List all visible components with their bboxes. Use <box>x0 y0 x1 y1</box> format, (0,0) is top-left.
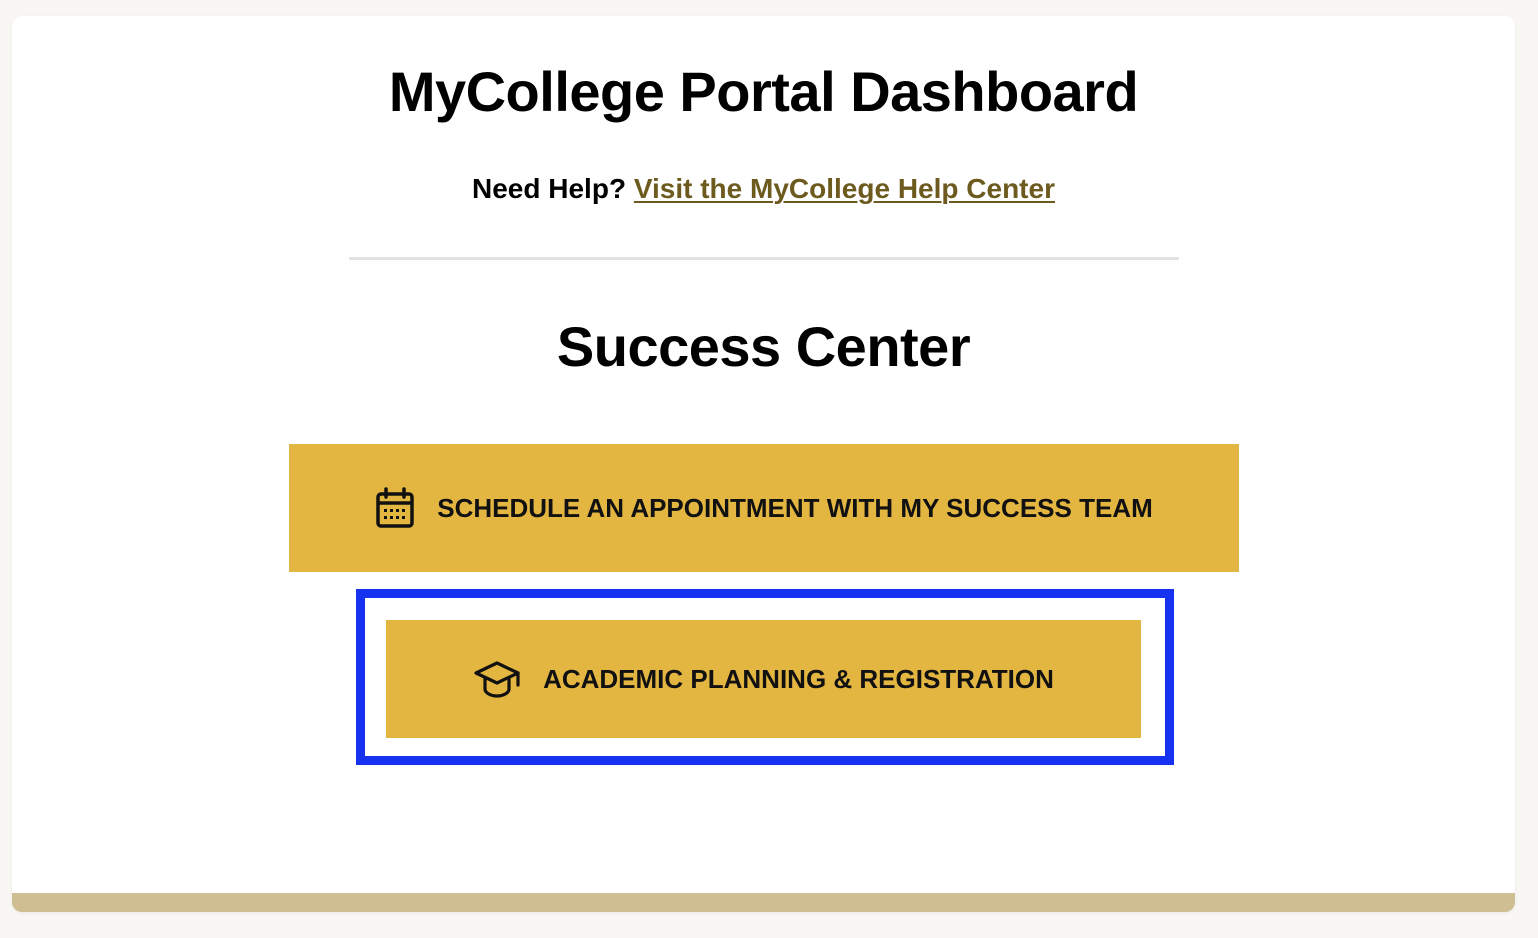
divider <box>349 257 1179 260</box>
schedule-appointment-button[interactable]: SCHEDULE AN APPOINTMENT WITH MY SUCCESS … <box>289 444 1239 572</box>
dashboard-card: MyCollege Portal Dashboard Need Help? Vi… <box>12 16 1515 912</box>
page-title: MyCollege Portal Dashboard <box>388 60 1139 123</box>
graduation-cap-icon <box>473 659 521 699</box>
card-footer-bar <box>12 893 1515 912</box>
help-center-link[interactable]: Visit the MyCollege Help Center <box>634 173 1055 204</box>
help-line: Need Help? Visit the MyCollege Help Cent… <box>12 169 1515 209</box>
academic-planning-button[interactable]: ACADEMIC PLANNING & REGISTRATION <box>386 620 1141 738</box>
academic-planning-label: ACADEMIC PLANNING & REGISTRATION <box>543 663 1054 694</box>
section-title: Success Center <box>556 315 971 378</box>
help-prefix: Need Help? <box>472 173 627 204</box>
calendar-icon <box>375 487 415 529</box>
schedule-appointment-label: SCHEDULE AN APPOINTMENT WITH MY SUCCESS … <box>437 492 1153 523</box>
